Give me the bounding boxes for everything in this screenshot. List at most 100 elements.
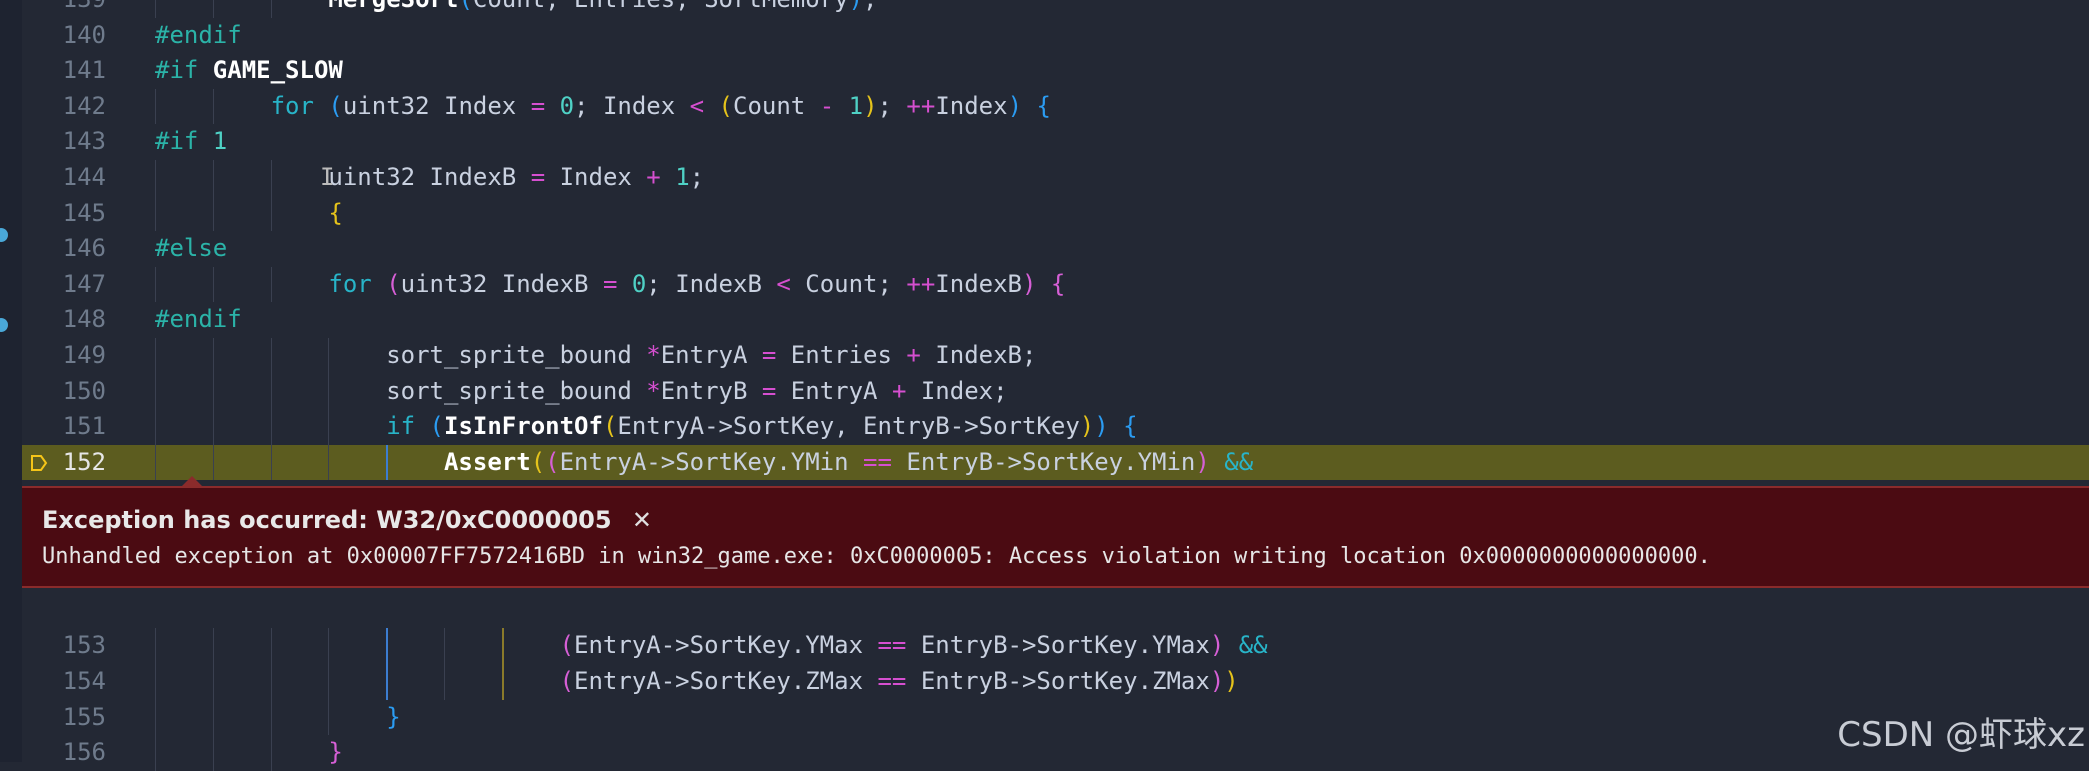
code-token: ( [328,91,343,120]
code-token: ( [602,412,618,441]
code-editor[interactable]: 139 MergeSort(Count, Entries, SortMemory… [0,0,2089,771]
code-line[interactable]: 143 #if 1 [22,124,2089,160]
code-line[interactable]: 145 { [22,195,2089,232]
code-text: if (IsInFrontOf(EntryA->SortKey, EntryB-… [155,409,1137,445]
code-token: IndexB [935,269,1022,298]
code-token: uint32 IndexB [400,269,603,298]
code-token: + [646,163,661,191]
code-text: (EntryA->SortKey.YMax == EntryB->SortKey… [155,628,1268,664]
code-line[interactable]: 155 } [22,699,2089,736]
code-token: ++ [906,269,936,298]
text-cursor-icon: I [319,163,335,191]
code-token: 0 [559,91,575,120]
code-token: EntryA->SortKey.YMax [574,631,878,660]
code-token: ; [689,163,705,191]
code-token: 0 [631,269,647,298]
code-token: == [863,447,892,476]
code-token: = [761,341,777,369]
code-token: + [891,376,907,405]
code-line[interactable]: 141 #if GAME_SLOW [22,53,2089,89]
code-token: EntryA [776,376,892,405]
code-token: sort_sprite_bound [155,341,647,369]
code-line[interactable]: 144 uint32 IndexB = Index + 1; I [22,160,2089,196]
code-token: ( [545,447,560,476]
code-token: ) [863,91,878,120]
code-line[interactable]: 148 #endif [22,302,2089,338]
code-token: ) [1079,412,1095,441]
code-text: MergeSort(Count, Entries, SortMemory); [155,0,877,18]
code-token: EntryB->SortKey.YMax [906,631,1210,660]
activity-strip [0,0,22,762]
code-token: #endif [155,305,242,334]
line-number: 139 [22,0,106,18]
code-token: = [530,163,546,191]
code-token: { [1050,269,1066,298]
code-token: ) [1209,631,1225,660]
line-number: 150 [62,376,106,405]
code-token: ( [458,0,472,13]
close-icon[interactable]: ✕ [632,506,652,534]
code-line[interactable]: 154 (EntryA->SortKey.ZMax == EntryB->Sor… [22,664,2089,700]
code-token: = [530,91,546,120]
code-token: == [877,631,907,660]
code-token: MergeSort [155,0,458,13]
current-line[interactable]: 152 Assert((EntryA->SortKey.YMin == Entr… [22,444,2089,481]
code-text: for (uint32 Index = 0; Index < (Count - … [155,89,1051,125]
code-line[interactable]: 140 #endif [22,18,2089,54]
code-token: #if [155,56,213,85]
code-token: < [689,91,705,120]
code-token: ; [877,91,907,120]
code-line[interactable]: 150 sort_sprite_bound *EntryB = EntryA +… [22,373,2089,410]
code-token: GAME_SLOW [212,56,343,85]
code-line[interactable]: 151 if (IsInFrontOf(EntryA->SortKey, Ent… [22,409,2089,445]
breakpoint-dot-icon[interactable] [0,228,8,242]
code-token: 1 [212,127,228,156]
line-number: 141 [62,56,106,85]
code-token: ) [1195,447,1210,476]
code-text: } [155,735,342,771]
code-text: sort_sprite_bound *EntryA = Entries + In… [155,338,1036,374]
code-token: ) [1209,667,1225,695]
code-token: ++ [906,91,936,120]
code-token: < [776,269,791,298]
code-token: 1 [848,91,864,120]
code-line[interactable]: 147 for (uint32 IndexB = 0; IndexB < Cou… [22,266,2089,303]
code-line[interactable]: 156 } [22,735,2089,771]
code-token: ( [559,631,575,660]
code-line[interactable]: 139 MergeSort(Count, Entries, SortMemory… [22,0,2089,18]
line-number: 147 [62,269,106,298]
code-text: #else [155,231,227,267]
code-text: uint32 IndexB = Index + 1; [155,160,704,196]
line-number: 142 [62,91,106,120]
breakpoint-dot-icon[interactable] [0,318,8,332]
code-line[interactable]: 149 sort_sprite_bound *EntryA = Entries … [22,338,2089,374]
code-line[interactable]: 153 (EntryA->SortKey.YMax == EntryB->Sor… [22,628,2089,664]
line-number: 148 [62,305,106,334]
breakpoint-arrow-icon[interactable] [30,454,48,472]
code-token: ; Index [574,91,690,120]
code-token: && [1224,447,1254,476]
code-line[interactable]: 146 #else [22,231,2089,267]
code-token: EntryA->SortKey, EntryB->SortKey [617,412,1080,441]
code-token: uint32 Index [342,91,531,120]
code-token: ( [386,269,401,298]
code-token: ( [559,667,575,695]
code-line[interactable]: 142 for (uint32 Index = 0; Index < (Coun… [22,88,2089,125]
code-token: { [1036,91,1051,120]
code-text: for (uint32 IndexB = 0; IndexB < Count; … [155,267,1065,303]
code-token: EntryB [660,376,762,405]
code-token: Index; [906,376,1008,405]
code-token: * [646,341,661,369]
code-token: Index [935,91,1008,120]
